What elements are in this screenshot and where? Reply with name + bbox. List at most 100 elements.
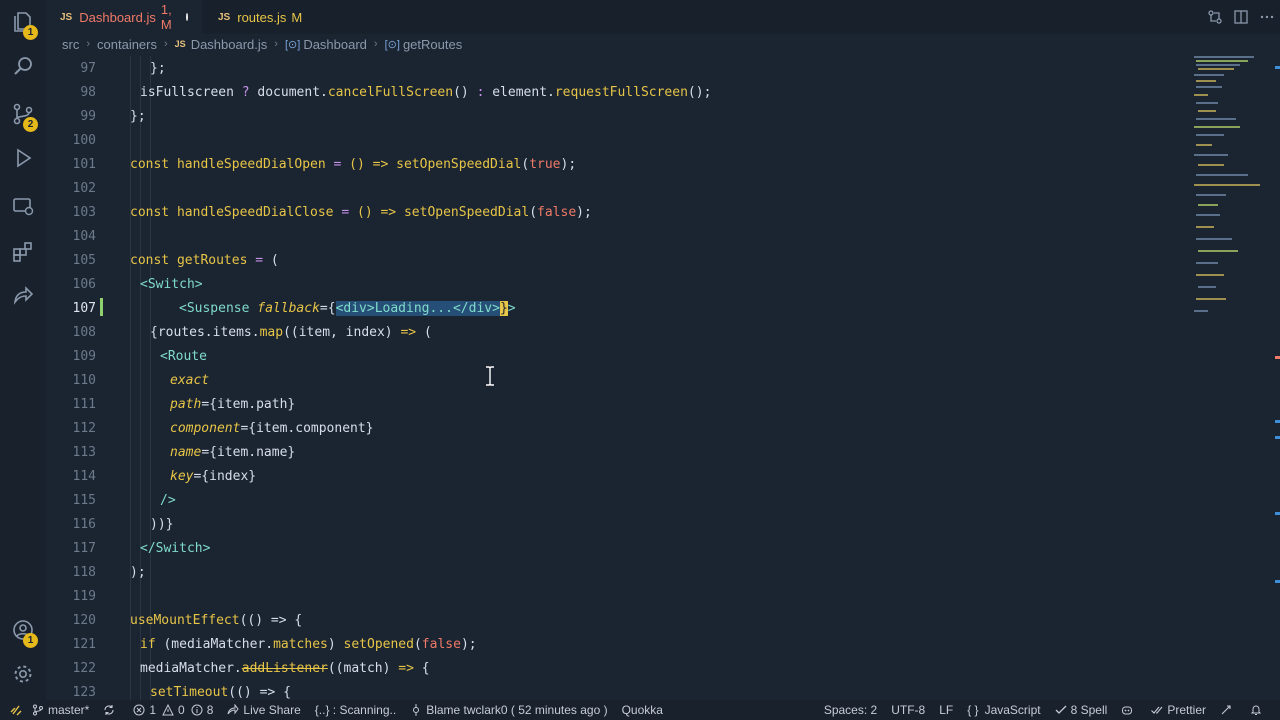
quokka-status[interactable]: Quokka (622, 703, 663, 717)
live-share-label: Live Share (243, 703, 301, 717)
error-icon (133, 704, 145, 716)
code-line: 97}; (80, 60, 166, 76)
eol-status[interactable]: LF (939, 703, 953, 717)
git-blame-status[interactable]: Blame twclark0 ( 52 minutes ago ) (410, 703, 608, 717)
run-debug-icon (11, 146, 35, 175)
problems-status[interactable]: 1 0 8 (133, 703, 213, 717)
bell-icon (1250, 705, 1262, 715)
javascript-file-icon: JS (218, 11, 231, 23)
tab-dashboard-js[interactable]: JS Dashboard.js 1, M (46, 0, 202, 34)
double-check-icon (1151, 706, 1163, 714)
code-line: 114 key={index} (72, 468, 257, 484)
indentation-status[interactable]: Spaces: 2 (824, 703, 877, 717)
remote-indicator[interactable] (0, 700, 32, 720)
spell-check-icon (1055, 705, 1067, 714)
code-line: 118); (72, 564, 146, 580)
i-beam-cursor-icon (486, 366, 494, 386)
status-bar-right: Spaces: 2 UTF-8 LF { } JavaScript 8 Spel… (824, 700, 1280, 720)
more-icon (1260, 15, 1274, 19)
code-line: 106 <Switch> (72, 276, 203, 292)
split-editor-icon (1234, 10, 1248, 24)
open-changes-button[interactable] (1202, 0, 1228, 34)
code-line: 121 if (mediaMatcher.matches) setOpened(f… (72, 636, 477, 652)
quokka-label: Quokka (621, 703, 663, 717)
code-line: 111 path={item.path} (72, 396, 296, 412)
warning-count: 0 (178, 703, 185, 717)
live-share-activity-button[interactable] (0, 278, 46, 318)
branch-status[interactable]: master* (32, 703, 89, 717)
editor-tab-bar: JS Dashboard.js 1, M JS routes.js M (46, 0, 1280, 34)
scanning-status[interactable]: {..} : Scanning.. (315, 703, 396, 717)
chevron-right-icon: › (164, 38, 168, 50)
explorer-button[interactable]: 1 (0, 4, 46, 44)
code-line: 112 component={item.component} (72, 420, 374, 436)
chevron-right-icon: › (274, 38, 278, 50)
breadcrumb: src › containers › JS Dashboard.js › [⊙]… (62, 34, 462, 54)
compare-changes-icon (1208, 10, 1222, 24)
account-badge: 1 (23, 633, 38, 648)
breadcrumb-getroutes[interactable]: getRoutes (403, 37, 462, 52)
extensions-button[interactable] (0, 234, 46, 274)
sync-button[interactable] (103, 704, 119, 716)
live-share-icon (227, 704, 240, 715)
accounts-button[interactable]: 1 (0, 612, 46, 652)
code-line: 119 (72, 588, 96, 604)
activity-bar: 1 2 1 (0, 0, 46, 700)
code-line: 120 useMountEffect(() => { (72, 612, 303, 628)
remote-explorer-button[interactable] (0, 188, 46, 228)
status-bar: master* 1 0 8 Live Share {..} : Scanning… (0, 700, 1280, 720)
error-count: 1 (149, 703, 157, 717)
search-button[interactable] (0, 48, 46, 88)
minimap[interactable] (1190, 54, 1270, 334)
unsaved-dot-icon[interactable] (185, 13, 188, 21)
code-line: 109 <Route (72, 348, 207, 364)
breadcrumb-file[interactable]: Dashboard.js (191, 37, 268, 52)
tab-routes-js[interactable]: JS routes.js M (204, 0, 324, 34)
notifications-button[interactable] (1250, 704, 1266, 716)
feedback-icon (1221, 705, 1231, 715)
code-line: 103 const handleSpeedDialClose = () => se… (72, 204, 592, 220)
javascript-file-icon: JS (60, 11, 73, 23)
code-line: 115/> (72, 492, 176, 508)
chevron-right-icon: › (373, 38, 378, 50)
code-line: 123 setTimeout(() => { (72, 684, 291, 700)
tab-label: routes.js (237, 9, 287, 25)
gear-icon (11, 662, 35, 691)
feedback-button[interactable] (1220, 704, 1236, 716)
encoding-status[interactable]: UTF-8 (891, 703, 925, 717)
code-line: 116))} (72, 516, 174, 532)
copilot-status[interactable] (1121, 704, 1137, 716)
selected-text: <div>Loading...</div> (335, 300, 500, 316)
remote-explorer-icon (11, 194, 35, 223)
symbol-variable-icon: [⊙] (284, 38, 301, 51)
code-editor[interactable]: 97}; 98 isFullscreen ? document.cancelFul… (46, 56, 1280, 700)
language-mode-status[interactable]: { } JavaScript (967, 703, 1040, 717)
code-line: 108 {routes.items.map((item, index) => ( (72, 324, 432, 340)
javascript-file-icon: JS (174, 39, 186, 49)
run-debug-button[interactable] (0, 140, 46, 180)
code-line: 117 </Switch> (72, 540, 211, 556)
split-editor-button[interactable] (1228, 0, 1254, 34)
code-line: 110 exact (72, 372, 210, 388)
chevron-right-icon: › (86, 38, 91, 50)
code-line: 105 const getRoutes = ( (72, 252, 279, 268)
code-line: 100 (72, 132, 96, 148)
spell-status[interactable]: 8 Spell (1055, 703, 1107, 717)
sync-icon (104, 705, 114, 715)
live-share-status[interactable]: Live Share (227, 703, 301, 717)
search-icon (11, 54, 35, 83)
code-line: 101 const handleSpeedDialOpen = () => set… (72, 156, 577, 172)
breadcrumb-src[interactable]: src (62, 37, 79, 52)
more-actions-button[interactable] (1254, 0, 1280, 34)
breadcrumb-dashboard[interactable]: Dashboard (303, 37, 367, 52)
breadcrumb-containers[interactable]: containers (97, 37, 157, 52)
manage-button[interactable] (0, 656, 46, 696)
braces-icon: { } (967, 703, 979, 717)
info-count: 8 (206, 703, 214, 717)
source-control-button[interactable]: 2 (0, 96, 46, 136)
warning-icon (162, 704, 174, 716)
code-line-current: 107 <Suspense fallback={<div>Loading...</… (72, 300, 516, 316)
prettier-status[interactable]: Prettier (1151, 703, 1206, 717)
code-line: 102 (72, 180, 96, 196)
git-branch-icon (33, 704, 43, 716)
